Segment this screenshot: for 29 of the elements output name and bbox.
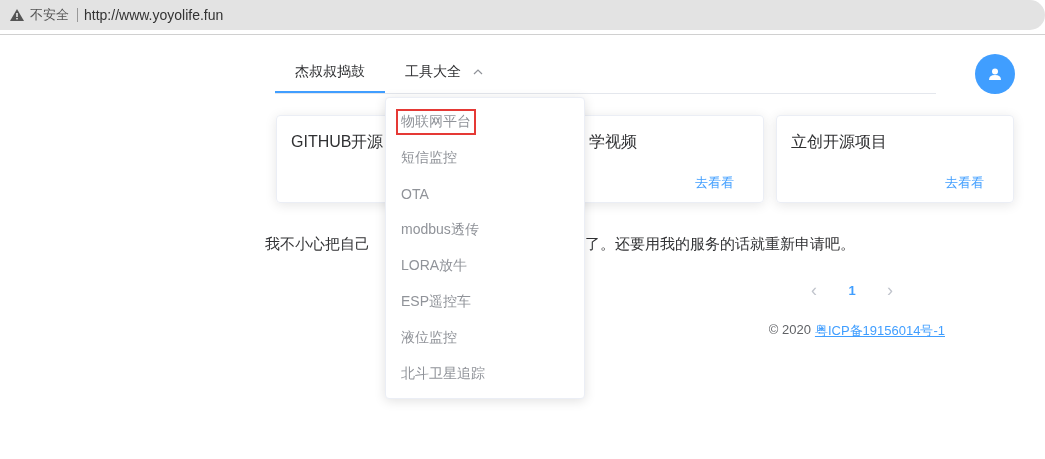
icp-link[interactable]: 粤ICP备19156014号-1 (814, 322, 945, 340)
menu-item[interactable]: modbus透传 (386, 212, 584, 248)
prev-page-button[interactable]: ‹ (800, 276, 828, 304)
card-link[interactable]: 去看看 (695, 174, 734, 192)
menu-item[interactable]: 短信监控 (386, 140, 584, 176)
menu-item[interactable]: 北斗卫星追踪 (386, 356, 584, 392)
user-icon (989, 67, 1002, 80)
card-title: 立创开源项目 (791, 132, 888, 152)
menu-item[interactable]: 液位监控 (386, 320, 584, 356)
address-bar[interactable]: 不安全 http://www.yoyolife.fun (0, 0, 1045, 30)
notice-text: 我不小心把自己 (265, 235, 370, 254)
notice-text: 了。还要用我的服务的话就重新申请吧。 (585, 235, 855, 254)
card-title: 学视频 (589, 132, 638, 152)
nav-tab[interactable]: 杰叔叔捣鼓 (275, 53, 385, 93)
warning-icon (10, 9, 24, 21)
menu-item[interactable]: ESP遥控车 (386, 284, 584, 320)
security-label: 不安全 (30, 8, 78, 22)
menu-item[interactable]: OTA (386, 176, 584, 212)
copyright-text: © 2020 (768, 322, 811, 339)
card-link[interactable]: 去看看 (945, 174, 984, 192)
page-button[interactable]: 1 (838, 276, 866, 304)
menu-item[interactable]: 物联网平台 (386, 104, 584, 140)
avatar[interactable] (975, 53, 1015, 94)
menu-item[interactable]: LORA放牛 (386, 248, 584, 284)
next-page-button[interactable]: › (876, 276, 904, 304)
nav-tab[interactable]: 工具大全 (385, 53, 503, 93)
url-text: http://www.yoyolife.fun (84, 7, 224, 23)
card-title: GITHUB开源 (291, 132, 385, 152)
chevron-icon (473, 69, 483, 75)
